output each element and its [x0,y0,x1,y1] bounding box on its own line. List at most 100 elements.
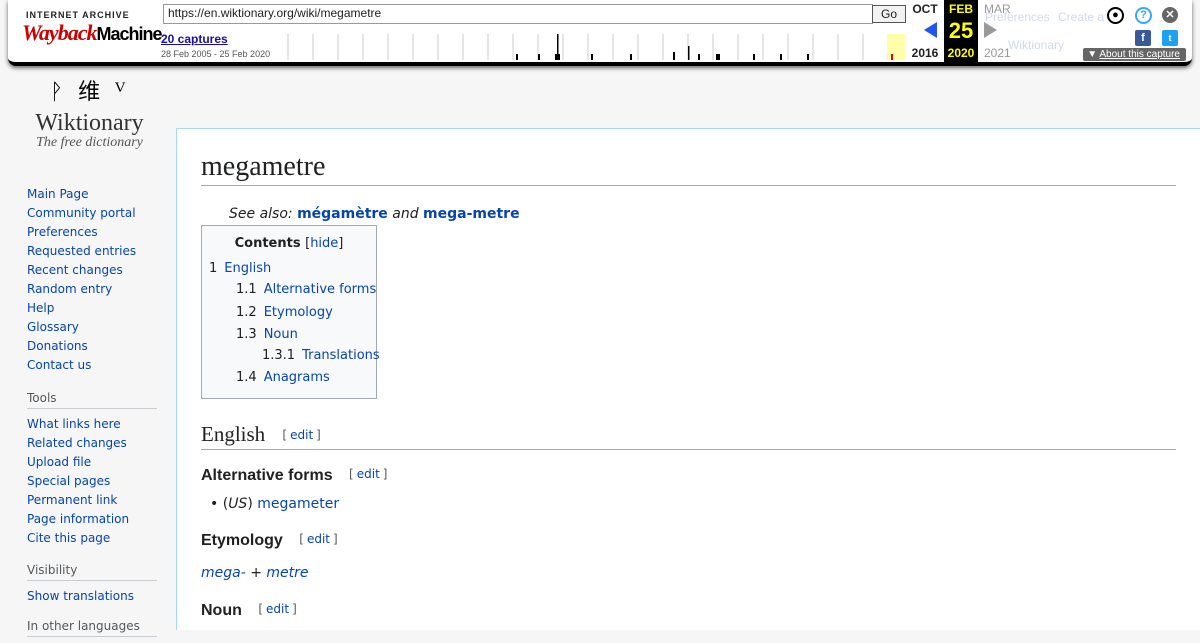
heading-etymology-text: Etymology [201,532,283,549]
current-year-label: 2020 [947,46,975,60]
current-month-label: FEB [949,2,973,16]
edit-link[interactable]: edit [266,602,289,616]
etymology-plus: + [250,565,262,581]
sidebar-item-help[interactable]: Help [27,301,54,315]
sidebar-item-contact-us[interactable]: Contact us [27,358,91,372]
current-month-column: FEB 25 2020 [944,0,978,62]
prev-year-label: 2016 [911,46,939,60]
heading-english-text: English [201,422,266,446]
sidebar-item-preferences[interactable]: Preferences [27,225,98,239]
facebook-icon[interactable]: f [1135,30,1151,46]
sidebar-item-related-changes[interactable]: Related changes [27,436,127,450]
alt-form-region: US [228,496,248,512]
toc-link-translations[interactable]: Translations [302,348,380,363]
toc-item[interactable]: 1 English [209,261,271,276]
logo-wordmark: Wiktionary [35,110,144,136]
etymology-link-mega[interactable]: mega- [201,565,246,581]
tools-portal: Tools What links here Related changes Up… [27,391,157,548]
alt-form-link[interactable]: megameter [257,496,339,512]
logo-glyphs: ᚹ 维 ⱽ [49,80,130,105]
tools-heading: Tools [27,391,157,409]
toc-link-noun[interactable]: Noun [264,327,298,342]
toc-hide-toggle[interactable]: [hide] [305,236,343,251]
sidebar-item-special-pages[interactable]: Special pages [27,474,110,488]
edit-section-noun: [edit] [258,602,297,616]
toc-item[interactable]: 1.2 Etymology [236,305,333,320]
bullet-icon: • [210,496,219,512]
capture-sparkline[interactable] [280,34,905,60]
toc-item[interactable]: 1.3 Noun [236,327,298,342]
captures-link[interactable]: 20 captures [161,32,228,46]
alt-form-list-item: • (US) megameter [210,496,340,512]
capture-date-range: 28 Feb 2005 - 25 Feb 2020 [161,49,271,59]
table-of-contents: Contents [hide] 1 English 1.1 Alternative … [201,225,380,399]
toc-link-etymology[interactable]: Etymology [264,305,333,320]
sidebar-item-community-portal[interactable]: Community portal [27,206,136,220]
wiki-sidebar: ᚹ 维 ⱽ Wiktionary The free dictionary Mai… [0,62,176,637]
visibility-heading: Visibility [27,563,157,581]
heading-etymology: Etymology [edit] [201,532,338,550]
heading-alternative-forms-text: Alternative forms [201,467,333,484]
page-title: megametre [201,151,1176,186]
edit-section-english: [edit] [282,428,321,442]
see-also-link-2[interactable]: mega-metre [423,206,520,222]
sidebar-item-show-translations[interactable]: Show translations [27,589,134,603]
heading-noun: Noun [edit] [201,602,297,620]
see-also-link-1[interactable]: mégamètre [297,206,388,222]
close-icon[interactable]: ✕ [1162,7,1178,23]
sidebar-item-permanent-link[interactable]: Permanent link [27,493,117,507]
wiktionary-logo[interactable]: ᚹ 维 ⱽ Wiktionary The free dictionary [22,74,157,164]
logo-black-text: Machine [96,24,162,44]
visibility-portal: Visibility Show translations [27,563,157,606]
sidebar-item-cite-this-page[interactable]: Cite this page [27,531,110,545]
sidebar-item-random-entry[interactable]: Random entry [27,282,112,296]
prev-month-column[interactable]: OCT 2016 [908,0,942,62]
etymology-text: mega- + metre [201,565,309,581]
about-capture-button[interactable]: ▼ About this capture [1083,48,1186,61]
toc-item[interactable]: 1.4 Anagrams [236,370,330,385]
account-icon[interactable]: ● [1107,7,1124,24]
toc-number: 1 [209,261,218,276]
help-icon[interactable]: ? [1135,7,1152,24]
toc-number: 1.3 [236,327,257,342]
edit-section-alternative-forms: [edit] [349,467,388,481]
twitter-icon[interactable]: t [1162,30,1178,46]
edit-link[interactable]: edit [357,467,380,481]
toc-title-row: Contents [hide] [202,236,376,251]
sidebar-item-main-page[interactable]: Main Page [27,187,89,201]
see-also-line: See also: mégamètre and mega-metre [229,206,520,222]
toc-number: 1.2 [236,305,257,320]
sidebar-item-recent-changes[interactable]: Recent changes [27,263,123,277]
sidebar-item-requested-entries[interactable]: Requested entries [27,244,136,258]
toc-link-english[interactable]: English [224,261,271,276]
prev-month-label: OCT [912,2,938,16]
navigation-portal: Main Page Community portal Preferences R… [27,185,157,375]
wayback-url-input[interactable]: https://en.wiktionary.org/wiki/megametre [163,4,873,24]
sidebar-item-page-information[interactable]: Page information [27,512,129,526]
toc-link-alternative-forms[interactable]: Alternative forms [264,282,377,297]
edit-link[interactable]: edit [290,428,313,442]
etymology-link-metre[interactable]: metre [266,565,308,581]
sidebar-item-what-links-here[interactable]: What links here [27,417,121,431]
ghost-preferences-link: Preferences [985,10,1050,24]
toc-number: 1.1 [236,282,257,297]
edit-link[interactable]: edit [307,532,330,546]
toc-link-anagrams[interactable]: Anagrams [264,370,330,385]
toc-item[interactable]: 1.1 Alternative forms [236,282,376,297]
wayback-toolbar: INTERNET ARCHIVE WaybackMachine https://… [8,0,1192,66]
toc-title: Contents [234,236,301,251]
toc-hide-link[interactable]: hide [310,236,338,251]
wayback-logo[interactable]: INTERNET ARCHIVE WaybackMachine [22,6,163,52]
languages-portal: In other languages [27,619,157,643]
logo-tagline: The free dictionary [36,135,143,150]
logo-red-text: Wayback [22,20,97,45]
go-button[interactable]: Go [872,5,906,23]
chevron-down-icon: ▼ [1087,49,1098,60]
edit-section-etymology: [edit] [299,532,338,546]
sidebar-item-donations[interactable]: Donations [27,339,88,353]
sidebar-item-upload-file[interactable]: Upload file [27,455,91,469]
sidebar-item-glossary[interactable]: Glossary [27,320,79,334]
toc-item[interactable]: 1.3.1 Translations [262,348,380,363]
current-day-label: 25 [948,18,974,43]
heading-alternative-forms: Alternative forms [edit] [201,467,387,485]
